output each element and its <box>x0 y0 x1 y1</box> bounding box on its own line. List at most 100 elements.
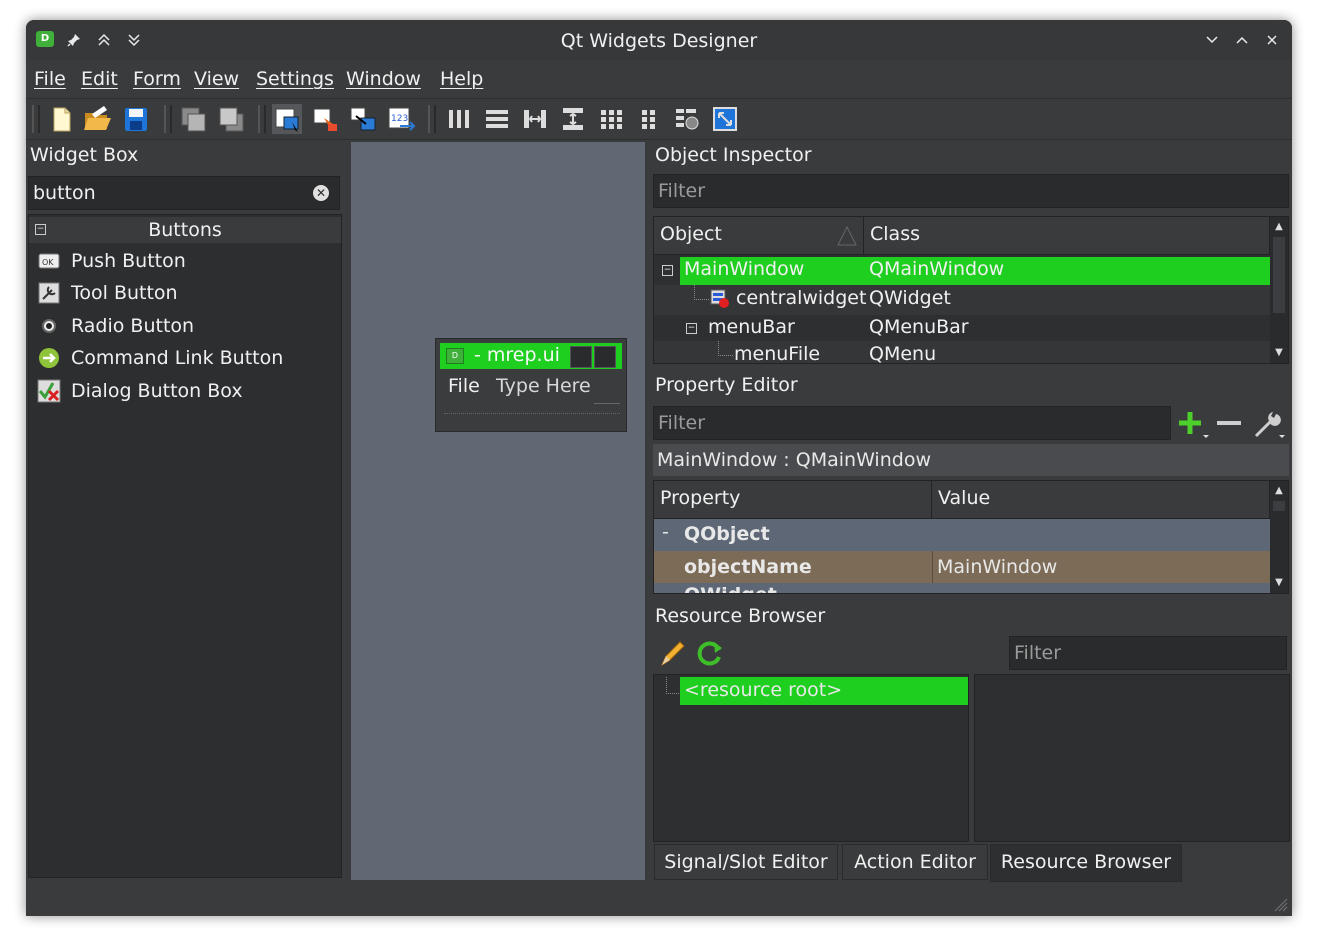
reload-resources-icon[interactable] <box>695 638 725 672</box>
property-editor-scrollbar[interactable]: ▲ ▼ <box>1270 481 1288 593</box>
menu-view[interactable]: View <box>194 68 239 90</box>
column-header-class[interactable]: Class <box>864 217 1270 255</box>
resource-tree: <resource root> <box>653 674 969 842</box>
scroll-down-icon[interactable]: ▼ <box>1270 575 1288 591</box>
resource-filter-input[interactable]: Filter <box>1009 636 1287 670</box>
clear-search-icon[interactable]: ✕ <box>313 185 329 201</box>
filter-placeholder: Filter <box>1014 642 1062 664</box>
bring-to-front-icon[interactable] <box>216 104 246 134</box>
widget-icon <box>710 289 730 313</box>
tab-signal-slot-editor[interactable]: Signal/Slot Editor <box>654 844 838 880</box>
resize-grip-icon[interactable] <box>1274 898 1288 912</box>
svg-text:OK: OK <box>42 258 54 267</box>
menu-help[interactable]: Help <box>440 68 483 90</box>
widget-box-search-input[interactable]: button ✕ <box>28 176 340 210</box>
column-header-label: Property <box>660 487 741 509</box>
object-inspector-tree: Object Class − MainWindow QMainWindow ce… <box>653 216 1289 364</box>
collapse-icon[interactable]: - <box>662 521 669 543</box>
save-form-icon[interactable] <box>121 104 151 134</box>
tab-resource-browser[interactable]: Resource Browser <box>990 844 1182 882</box>
property-editor-title: Property Editor <box>655 374 798 396</box>
list-item-label: Dialog Button Box <box>71 380 243 402</box>
property-editor-filter-input[interactable]: Filter <box>653 406 1171 440</box>
column-header-property[interactable]: Property <box>654 481 932 519</box>
form-close-button[interactable] <box>594 346 616 368</box>
property-group-row-partial[interactable]: QWidget <box>654 583 1270 593</box>
menu-settings[interactable]: Settings <box>256 68 334 90</box>
resource-root-row[interactable]: <resource root> <box>680 677 968 705</box>
close-icon[interactable] <box>1262 30 1282 50</box>
scroll-up-icon[interactable]: ▲ <box>1270 219 1288 235</box>
list-item-radio-button[interactable]: Radio Button <box>37 312 194 340</box>
scrollbar-thumb[interactable] <box>1273 237 1285 313</box>
list-item-label: Command Link Button <box>71 347 284 369</box>
property-group-row[interactable]: - QObject <box>654 519 1270 551</box>
break-layout-icon[interactable] <box>672 104 702 134</box>
edit-widgets-icon[interactable] <box>272 104 302 134</box>
object-inspector-filter-input[interactable]: Filter <box>653 174 1289 208</box>
tree-class-name: QMenuBar <box>869 316 969 338</box>
object-inspector-scrollbar[interactable]: ▲ ▼ <box>1270 217 1288 363</box>
layout-h-splitter-icon[interactable] <box>520 104 550 134</box>
add-dynamic-property-icon[interactable] <box>1176 408 1210 444</box>
configure-property-editor-icon[interactable] <box>1252 408 1286 444</box>
list-item-push-button[interactable]: OK Push Button <box>37 247 186 275</box>
form-menu-type-here[interactable]: Type Here <box>496 375 591 397</box>
resource-file-list[interactable] <box>974 674 1290 842</box>
layout-vertical-icon[interactable] <box>482 104 512 134</box>
category-header-buttons[interactable]: − Buttons <box>29 217 341 243</box>
filter-placeholder: Filter <box>658 180 706 202</box>
adjust-size-icon[interactable] <box>710 104 740 134</box>
toolbar-handle[interactable] <box>32 105 40 133</box>
command-link-icon <box>37 347 61 369</box>
form-window-titlebar[interactable]: D - mrep.ui <box>440 343 622 369</box>
tree-branch-line <box>718 341 733 356</box>
tab-action-editor[interactable]: Action Editor <box>842 844 988 880</box>
edit-buddies-icon[interactable] <box>348 104 378 134</box>
menu-window[interactable]: Window <box>346 68 421 90</box>
layout-v-splitter-icon[interactable] <box>558 104 588 134</box>
list-item-label: Radio Button <box>71 315 195 337</box>
property-editor-context-label: MainWindow : QMainWindow <box>653 444 1289 476</box>
column-divider <box>932 551 933 583</box>
property-value[interactable]: MainWindow <box>937 556 1057 578</box>
edit-signals-slots-icon[interactable] <box>310 104 340 134</box>
scroll-up-icon[interactable]: ▲ <box>1270 483 1288 499</box>
tree-object-name: centralwidget <box>736 287 867 309</box>
minimize-icon[interactable] <box>1202 30 1222 50</box>
scrollbar-thumb[interactable] <box>1273 501 1285 511</box>
resource-root-label: <resource root> <box>684 679 843 701</box>
menu-form[interactable]: Form <box>133 68 181 90</box>
property-row[interactable]: objectName MainWindow <box>654 551 1270 583</box>
form-editor-area[interactable]: D - mrep.ui File Type Here <box>351 142 645 880</box>
form-minimize-button[interactable] <box>570 346 592 368</box>
menu-file[interactable]: File <box>34 68 66 90</box>
form-window[interactable]: D - mrep.ui File Type Here <box>435 338 627 432</box>
remove-dynamic-property-icon[interactable] <box>1214 408 1244 444</box>
widget-box-title: Widget Box <box>30 144 139 166</box>
list-item-tool-button[interactable]: Tool Button <box>37 279 178 307</box>
send-to-back-icon[interactable] <box>178 104 208 134</box>
open-form-icon[interactable] <box>82 104 112 134</box>
list-item-command-link-button[interactable]: Command Link Button <box>37 344 283 372</box>
category-label: Buttons <box>148 219 222 241</box>
scroll-down-icon[interactable]: ▼ <box>1270 345 1288 361</box>
layout-form-icon[interactable] <box>634 104 664 134</box>
collapse-icon[interactable]: − <box>662 265 673 276</box>
main-toolbar: 123 <box>26 98 1292 140</box>
layout-grid-icon[interactable] <box>596 104 626 134</box>
maximize-icon[interactable] <box>1232 30 1252 50</box>
edit-resources-icon[interactable] <box>658 638 688 672</box>
list-item-dialog-button-box[interactable]: Dialog Button Box <box>37 377 243 405</box>
new-form-icon[interactable] <box>46 104 76 134</box>
collapse-icon[interactable]: − <box>686 323 697 334</box>
edit-tab-order-icon[interactable]: 123 <box>386 104 416 134</box>
resource-browser-title: Resource Browser <box>655 605 826 627</box>
column-header-object[interactable]: Object <box>654 217 864 255</box>
toolbar-separator <box>258 105 266 133</box>
menu-edit[interactable]: Edit <box>81 68 118 90</box>
layout-horizontal-icon[interactable] <box>444 104 474 134</box>
form-menu-file[interactable]: File <box>448 375 480 397</box>
column-header-value[interactable]: Value <box>932 481 1270 519</box>
widget-box-list: − Buttons OK Push Button Tool Button Rad… <box>28 214 342 878</box>
